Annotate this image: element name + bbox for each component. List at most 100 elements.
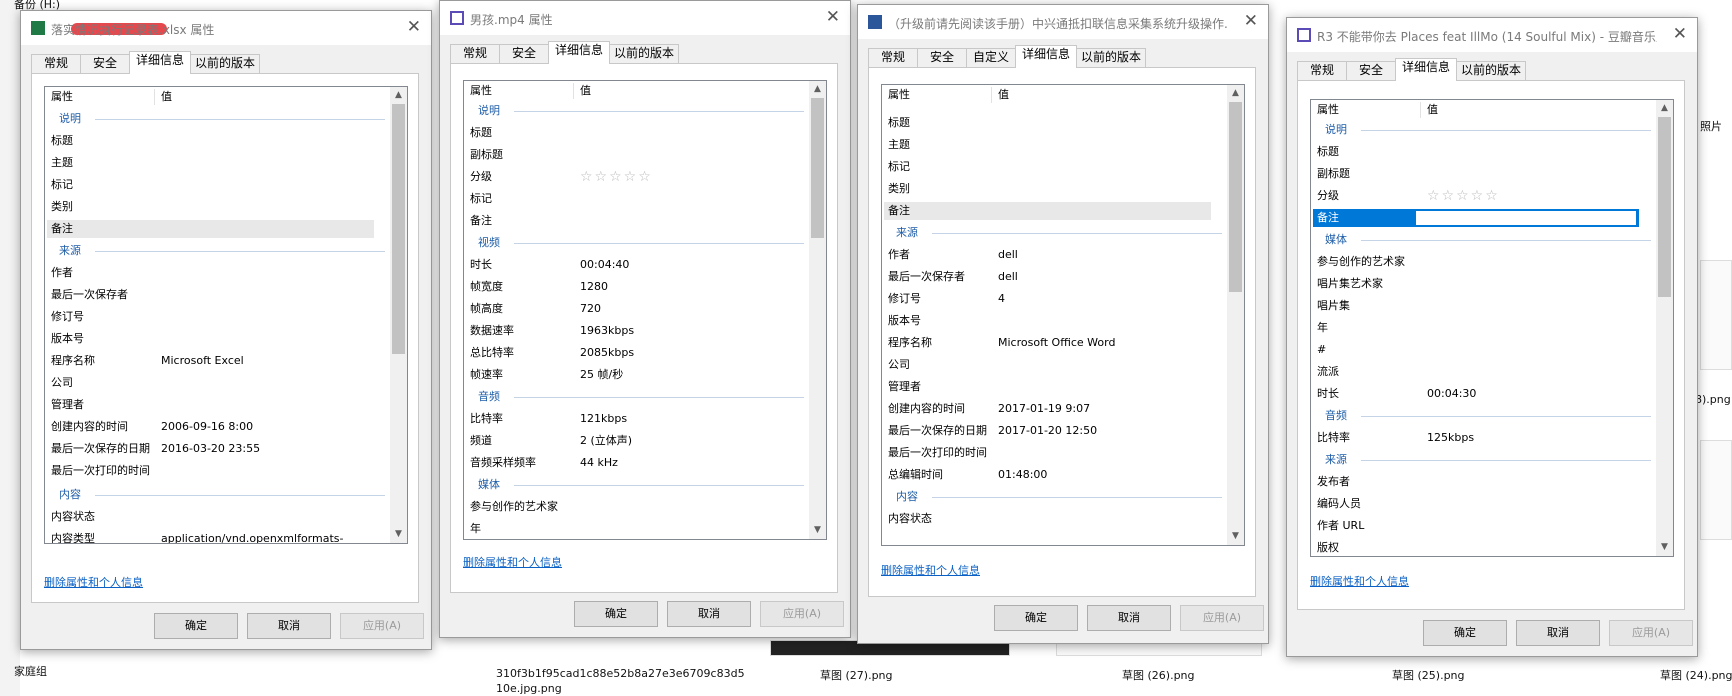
scroll-down-icon[interactable]: ▼	[809, 522, 826, 539]
header-property[interactable]: 属性	[51, 87, 73, 107]
file-label-2[interactable]: 草图 (27).png	[820, 667, 893, 683]
list-item-editing[interactable]: 备注	[1311, 208, 1658, 228]
header-value[interactable]: 值	[161, 87, 172, 107]
tab-general[interactable]: 常规	[1297, 61, 1347, 80]
vertical-scrollbar[interactable]: ▲ ▼	[1227, 85, 1244, 545]
list-item[interactable]: 比特率 125kbps	[1311, 428, 1658, 448]
remove-properties-link[interactable]: 删除属性和个人信息	[44, 574, 143, 590]
cancel-button[interactable]: 取消	[247, 613, 331, 639]
ok-button[interactable]: 确定	[154, 613, 238, 639]
list-item[interactable]: 频道 2 (立体声)	[464, 431, 811, 451]
group-content[interactable]: 内容	[45, 485, 392, 505]
header-value[interactable]: 值	[580, 81, 591, 101]
close-icon[interactable]: ✕	[1673, 24, 1687, 44]
scroll-down-icon[interactable]: ▼	[1656, 539, 1673, 556]
scroll-up-icon[interactable]: ▲	[1656, 100, 1673, 117]
group-content[interactable]: 内容	[882, 487, 1229, 507]
list-item[interactable]: 帧宽度 1280	[464, 277, 811, 297]
scroll-up-icon[interactable]: ▲	[809, 81, 826, 98]
tab-security[interactable]: 安全	[1346, 61, 1396, 80]
header-property[interactable]: 属性	[470, 81, 492, 101]
scroll-thumb[interactable]	[1658, 117, 1671, 297]
apply-button[interactable]: 应用(A)	[340, 613, 424, 639]
tab-custom[interactable]: 自定义	[966, 48, 1016, 67]
list-item[interactable]: 最后一次保存的日期 2016-03-20 23:55	[45, 439, 392, 459]
list-item[interactable]: 内容类型 application/vnd.openxmlformats-	[45, 529, 392, 543]
property-list[interactable]: 属性 值 说明 标题 主题 标记 类别 备注 来源 作者 最后一次保存者 修订号…	[44, 86, 408, 544]
apply-button[interactable]: 应用(A)	[760, 601, 844, 627]
title-bar[interactable]: 落实情况执行记录表.xlsx 属性 ✕	[21, 11, 431, 45]
list-item[interactable]: 创建内容的时间 2017-01-19 9:07	[882, 399, 1229, 419]
header-separator[interactable]	[573, 83, 574, 99]
close-icon[interactable]: ✕	[826, 7, 840, 27]
scroll-thumb[interactable]	[392, 104, 405, 354]
tab-previous-versions[interactable]: 以前的版本	[1076, 48, 1146, 67]
tab-details[interactable]: 详细信息	[548, 41, 610, 64]
scroll-thumb[interactable]	[1229, 102, 1242, 292]
home-group-label[interactable]: 家庭组	[14, 663, 47, 679]
list-item[interactable]: 音频采样频率 44 kHz	[464, 453, 811, 473]
list-item[interactable]: 最后一次保存的日期 2017-01-20 12:50	[882, 421, 1229, 441]
tab-previous-versions[interactable]: 以前的版本	[190, 54, 260, 73]
tab-security[interactable]: 安全	[80, 54, 130, 73]
tab-details[interactable]: 详细信息	[1395, 58, 1457, 81]
tab-general[interactable]: 常规	[450, 44, 500, 63]
scroll-down-icon[interactable]: ▼	[390, 526, 407, 543]
list-item[interactable]: 分级 ☆☆☆☆☆	[1311, 186, 1658, 206]
cancel-button[interactable]: 取消	[667, 601, 751, 627]
scroll-down-icon[interactable]: ▼	[1227, 528, 1244, 545]
close-icon[interactable]: ✕	[1244, 11, 1258, 31]
remove-properties-link[interactable]: 删除属性和个人信息	[1310, 573, 1409, 589]
list-item[interactable]: 帧速率 25 帧/秒	[464, 365, 811, 385]
group-description[interactable]: 说明	[1311, 120, 1658, 140]
scroll-thumb[interactable]	[811, 98, 824, 238]
file-label-1b[interactable]: 10e.jpg.png	[496, 682, 562, 695]
list-item[interactable]: 程序名称 Microsoft Excel	[45, 351, 392, 371]
vertical-scrollbar[interactable]: ▲ ▼	[1656, 100, 1673, 556]
list-item[interactable]: 创建内容的时间 2006-09-16 8:00	[45, 417, 392, 437]
list-item[interactable]: 修订号 4	[882, 289, 1229, 309]
group-media[interactable]: 媒体	[464, 475, 811, 495]
ok-button[interactable]: 确定	[994, 605, 1078, 631]
header-value[interactable]: 值	[998, 85, 1009, 105]
vertical-scrollbar[interactable]: ▲ ▼	[390, 87, 407, 543]
scroll-up-icon[interactable]: ▲	[390, 87, 407, 104]
vertical-scrollbar[interactable]: ▲ ▼	[809, 81, 826, 539]
header-separator[interactable]	[991, 87, 992, 103]
scroll-up-icon[interactable]: ▲	[1227, 85, 1244, 102]
list-item[interactable]: 作者 dell	[882, 245, 1229, 265]
title-bar[interactable]: 男孩.mp4 属性 ✕	[440, 1, 850, 35]
ok-button[interactable]: 确定	[574, 601, 658, 627]
tab-details[interactable]: 详细信息	[1015, 45, 1077, 68]
cancel-button[interactable]: 取消	[1516, 620, 1600, 646]
tab-general[interactable]: 常规	[868, 48, 918, 67]
cancel-button[interactable]: 取消	[1087, 605, 1171, 631]
tab-details[interactable]: 详细信息	[129, 51, 191, 74]
list-item-selected[interactable]: 备注	[45, 219, 392, 239]
list-item[interactable]: 比特率 121kbps	[464, 409, 811, 429]
file-label-3[interactable]: 草图 (26).png	[1122, 667, 1195, 683]
property-list[interactable]: 属性 值 标题 主题 标记 类别 备注 来源 作者 dell 最后一次保存者 del…	[881, 84, 1245, 546]
tab-general[interactable]: 常规	[31, 54, 81, 73]
title-bar[interactable]: R3 不能带你去 Places feat IllMo (14 Soulful M…	[1287, 18, 1697, 52]
file-label-1[interactable]: 310f3b1f95cad1c88e52b8a27e3e6709c83d5	[496, 667, 745, 680]
group-origin[interactable]: 来源	[882, 223, 1229, 243]
header-separator[interactable]	[154, 89, 155, 105]
group-description[interactable]: 说明	[45, 109, 392, 129]
header-property[interactable]: 属性	[888, 85, 910, 105]
property-list[interactable]: 属性 值 说明 标题 副标题 分级 ☆☆☆☆☆ 备注 媒体 参与创作的艺术家 唱片…	[1310, 99, 1674, 557]
property-list[interactable]: 属性 值 说明 标题 副标题 分级 ☆☆☆☆☆ 标记 备注 视频 时长 00:04:…	[463, 80, 827, 540]
tab-security[interactable]: 安全	[917, 48, 967, 67]
header-property[interactable]: 属性	[1317, 100, 1339, 120]
group-audio[interactable]: 音频	[464, 387, 811, 407]
list-item[interactable]: 时长 00:04:40	[464, 255, 811, 275]
title-bar[interactable]: （升级前请先阅读该手册）中兴通抵扣联信息采集系统升级操作.d... ✕	[858, 5, 1268, 39]
remove-properties-link[interactable]: 删除属性和个人信息	[881, 562, 980, 578]
group-video[interactable]: 视频	[464, 233, 811, 253]
group-description[interactable]: 说明	[464, 101, 811, 121]
apply-button[interactable]: 应用(A)	[1180, 605, 1264, 631]
group-origin[interactable]: 来源	[1311, 450, 1658, 470]
list-item-selected[interactable]: 备注	[882, 201, 1229, 221]
group-origin[interactable]: 来源	[45, 241, 392, 261]
group-media[interactable]: 媒体	[1311, 230, 1658, 250]
